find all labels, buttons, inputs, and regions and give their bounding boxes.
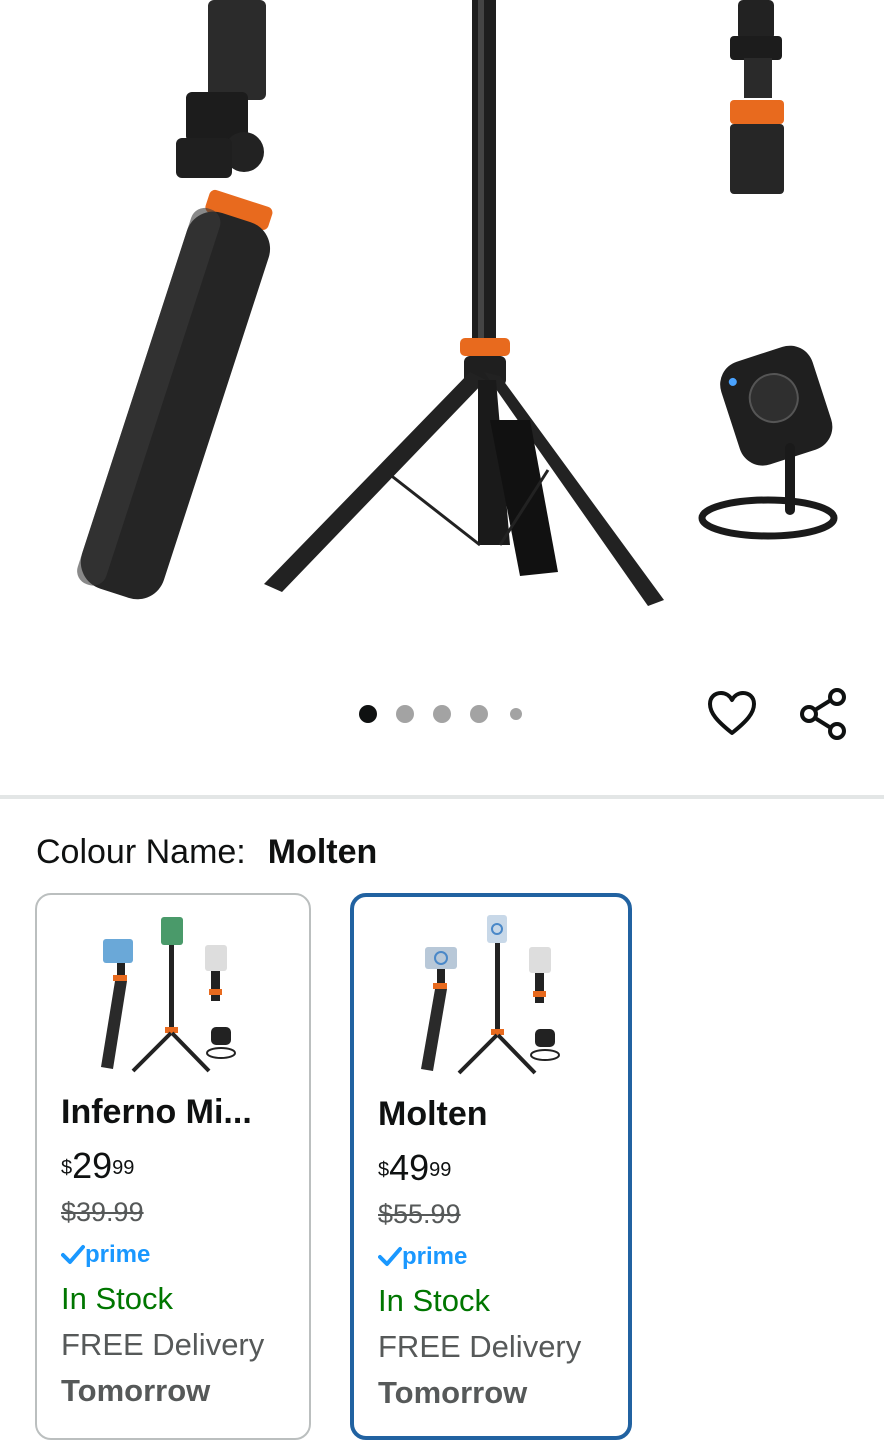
variant-card-inferno[interactable]: Inferno Mi... $2999 $39.99 prime In Stoc… [35, 893, 311, 1440]
delivery-date: Tomorrow [61, 1373, 211, 1408]
delivery-text: FREE Delivery [61, 1327, 265, 1362]
prime-badge: prime [378, 1242, 467, 1272]
price-whole: 49 [389, 1147, 430, 1188]
carousel-dot-5[interactable] [510, 708, 522, 720]
variant-thumbnail [101, 917, 236, 1073]
share-icon [800, 688, 846, 740]
price-fraction: 99 [429, 1159, 452, 1181]
stock-status: In Stock [61, 1281, 173, 1316]
colour-label: Colour Name: [36, 833, 246, 871]
delivery-date: Tomorrow [378, 1375, 528, 1410]
prime-label: prime [85, 1241, 151, 1268]
variant-thumbnail [421, 915, 560, 1075]
prime-check-icon [61, 1245, 85, 1264]
variant-name: Molten [378, 1095, 488, 1133]
carousel-dot-2[interactable] [396, 705, 414, 723]
colour-value: Molten [267, 833, 378, 871]
variant-card-molten[interactable]: Molten $4999 $55.99 prime In Stock FREE … [350, 893, 632, 1440]
product-image[interactable] [0, 0, 884, 660]
price-whole: 29 [72, 1145, 113, 1186]
prime-label: prime [402, 1243, 468, 1270]
variant-price: $2999 [61, 1145, 134, 1187]
wishlist-button[interactable] [704, 686, 760, 742]
colour-name-row: Colour Name: Molten [36, 830, 377, 874]
prime-check-icon [378, 1247, 402, 1266]
list-price: $55.99 [378, 1199, 461, 1229]
price-symbol: $ [378, 1159, 390, 1181]
tripod-illustration [77, 0, 838, 606]
price-fraction: 99 [112, 1157, 135, 1179]
variant-name: Inferno Mi... [61, 1093, 252, 1131]
carousel-dot-4[interactable] [470, 705, 488, 723]
section-divider [0, 795, 884, 799]
share-button[interactable] [796, 686, 852, 742]
heart-icon [708, 691, 756, 735]
prime-badge: prime [61, 1240, 150, 1270]
stock-status: In Stock [378, 1283, 490, 1318]
price-symbol: $ [61, 1157, 73, 1179]
carousel-dot-3[interactable] [433, 705, 451, 723]
delivery-text: FREE Delivery [378, 1329, 582, 1364]
variant-price: $4999 [378, 1147, 451, 1189]
list-price: $39.99 [61, 1197, 144, 1227]
carousel-dot-1[interactable] [359, 705, 377, 723]
